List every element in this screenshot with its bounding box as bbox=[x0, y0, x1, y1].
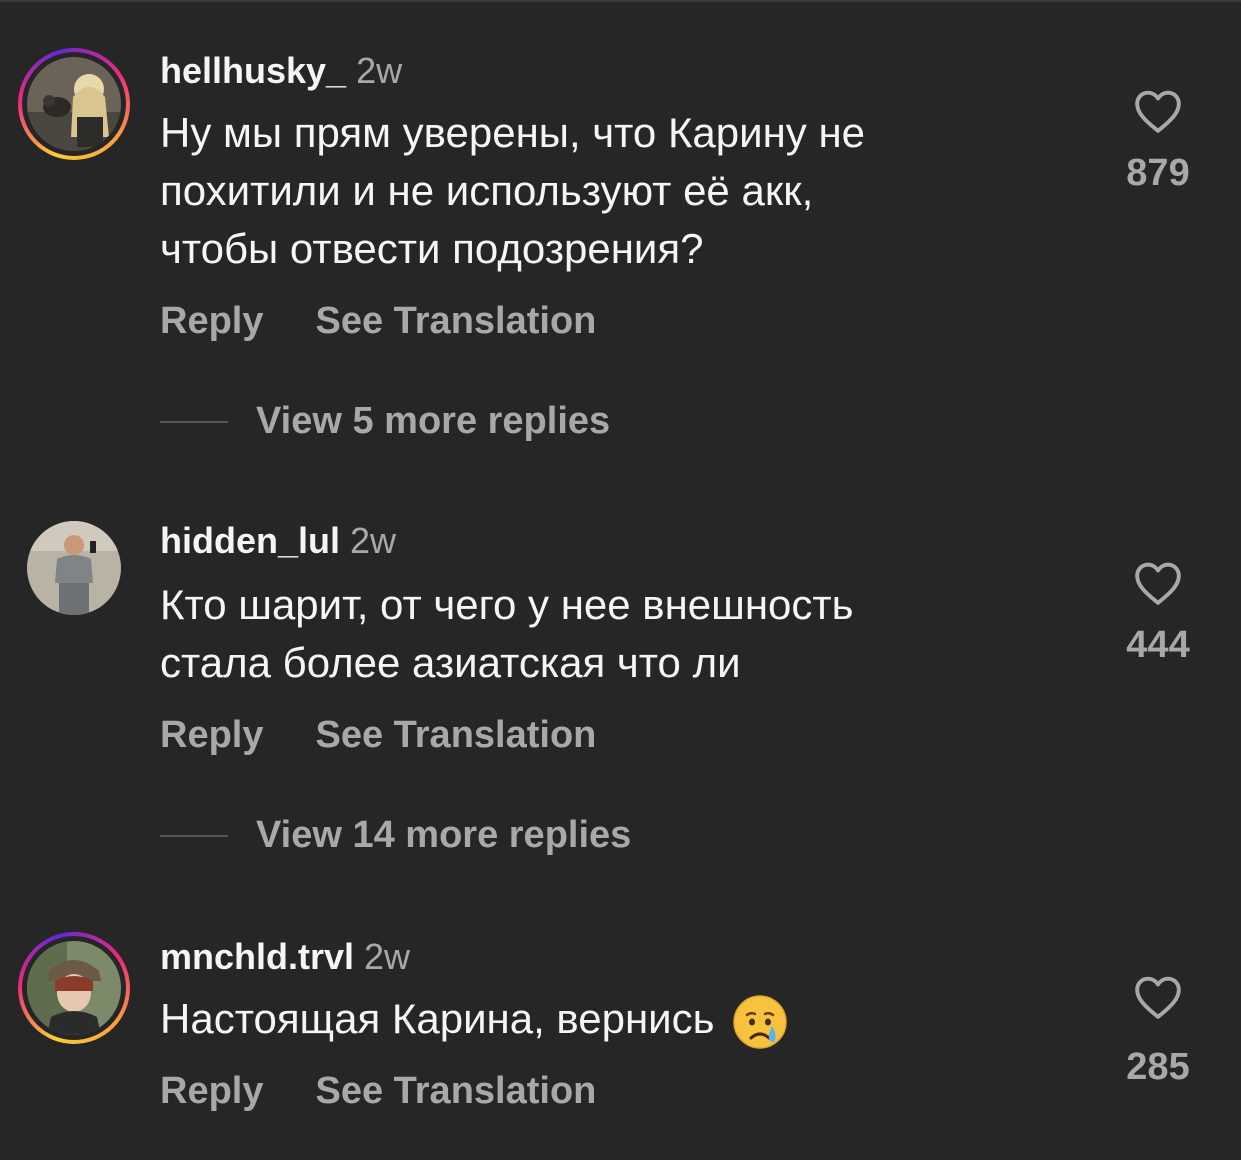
like-group: 444 bbox=[1110, 560, 1206, 667]
heart-icon[interactable] bbox=[1133, 560, 1183, 606]
heart-icon[interactable] bbox=[1133, 974, 1183, 1020]
username[interactable]: mnchld.trvl bbox=[160, 936, 354, 977]
like-count: 285 bbox=[1126, 1046, 1190, 1088]
see-translation-button[interactable]: See Translation bbox=[315, 714, 596, 757]
comment-line: Настоящая Карина, вернись bbox=[160, 995, 715, 1042]
see-translation-button[interactable]: See Translation bbox=[315, 1070, 596, 1113]
comment-actions: Reply See Translation bbox=[160, 1070, 596, 1113]
reply-button[interactable]: Reply bbox=[160, 1070, 263, 1113]
view-replies-button[interactable]: View 14 more replies bbox=[160, 814, 631, 857]
avatar bbox=[27, 941, 121, 1035]
top-divider bbox=[0, 0, 1241, 2]
username[interactable]: hidden_lul bbox=[160, 520, 340, 561]
reply-button[interactable]: Reply bbox=[160, 300, 263, 343]
timestamp: 2w bbox=[364, 936, 411, 977]
like-group: 285 bbox=[1110, 974, 1206, 1089]
avatar-frame[interactable] bbox=[18, 512, 130, 624]
view-replies-label: View 14 more replies bbox=[256, 814, 632, 856]
comment-meta: hidden_lul 2w bbox=[160, 520, 396, 562]
comment-actions: Reply See Translation bbox=[160, 714, 596, 757]
avatar-story-ring[interactable] bbox=[18, 48, 130, 160]
comment-meta: mnchld.trvl 2w bbox=[160, 936, 410, 978]
comment-line: стала более азиатская что ли bbox=[160, 639, 741, 686]
comment-line: похитили и не используют её акк, bbox=[160, 167, 814, 214]
avatar bbox=[27, 521, 121, 615]
heart-icon[interactable] bbox=[1133, 88, 1183, 134]
replies-divider bbox=[160, 834, 228, 837]
like-count: 879 bbox=[1126, 152, 1190, 194]
avatar bbox=[27, 57, 121, 151]
comment-actions: Reply See Translation bbox=[160, 300, 596, 343]
view-replies-label: View 5 more replies bbox=[256, 400, 611, 442]
avatar-story-ring[interactable] bbox=[18, 932, 130, 1044]
view-replies-button[interactable]: View 5 more replies bbox=[160, 400, 610, 443]
comment-text: Настоящая Карина, вернись bbox=[160, 990, 1060, 1050]
comment-text: Ну мы прям уверены, что Карину не похити… bbox=[160, 104, 1060, 278]
comment-meta: hellhusky_ 2w bbox=[160, 50, 402, 92]
reply-button[interactable]: Reply bbox=[160, 714, 263, 757]
replies-divider bbox=[160, 420, 228, 423]
timestamp: 2w bbox=[356, 50, 403, 91]
like-group: 879 bbox=[1110, 88, 1206, 195]
comment-line: Кто шарит, от чего у нее внешность bbox=[160, 581, 854, 628]
see-translation-button[interactable]: See Translation bbox=[315, 300, 596, 343]
timestamp: 2w bbox=[350, 520, 397, 561]
like-count: 444 bbox=[1126, 624, 1190, 666]
comment-line: чтобы отвести подозрения? bbox=[160, 225, 704, 272]
username[interactable]: hellhusky_ bbox=[160, 50, 346, 91]
comment-text: Кто шарит, от чего у нее внешность стала… bbox=[160, 576, 1060, 692]
comment-line: Ну мы прям уверены, что Карину не bbox=[160, 109, 866, 156]
crying-face-emoji bbox=[733, 995, 787, 1049]
